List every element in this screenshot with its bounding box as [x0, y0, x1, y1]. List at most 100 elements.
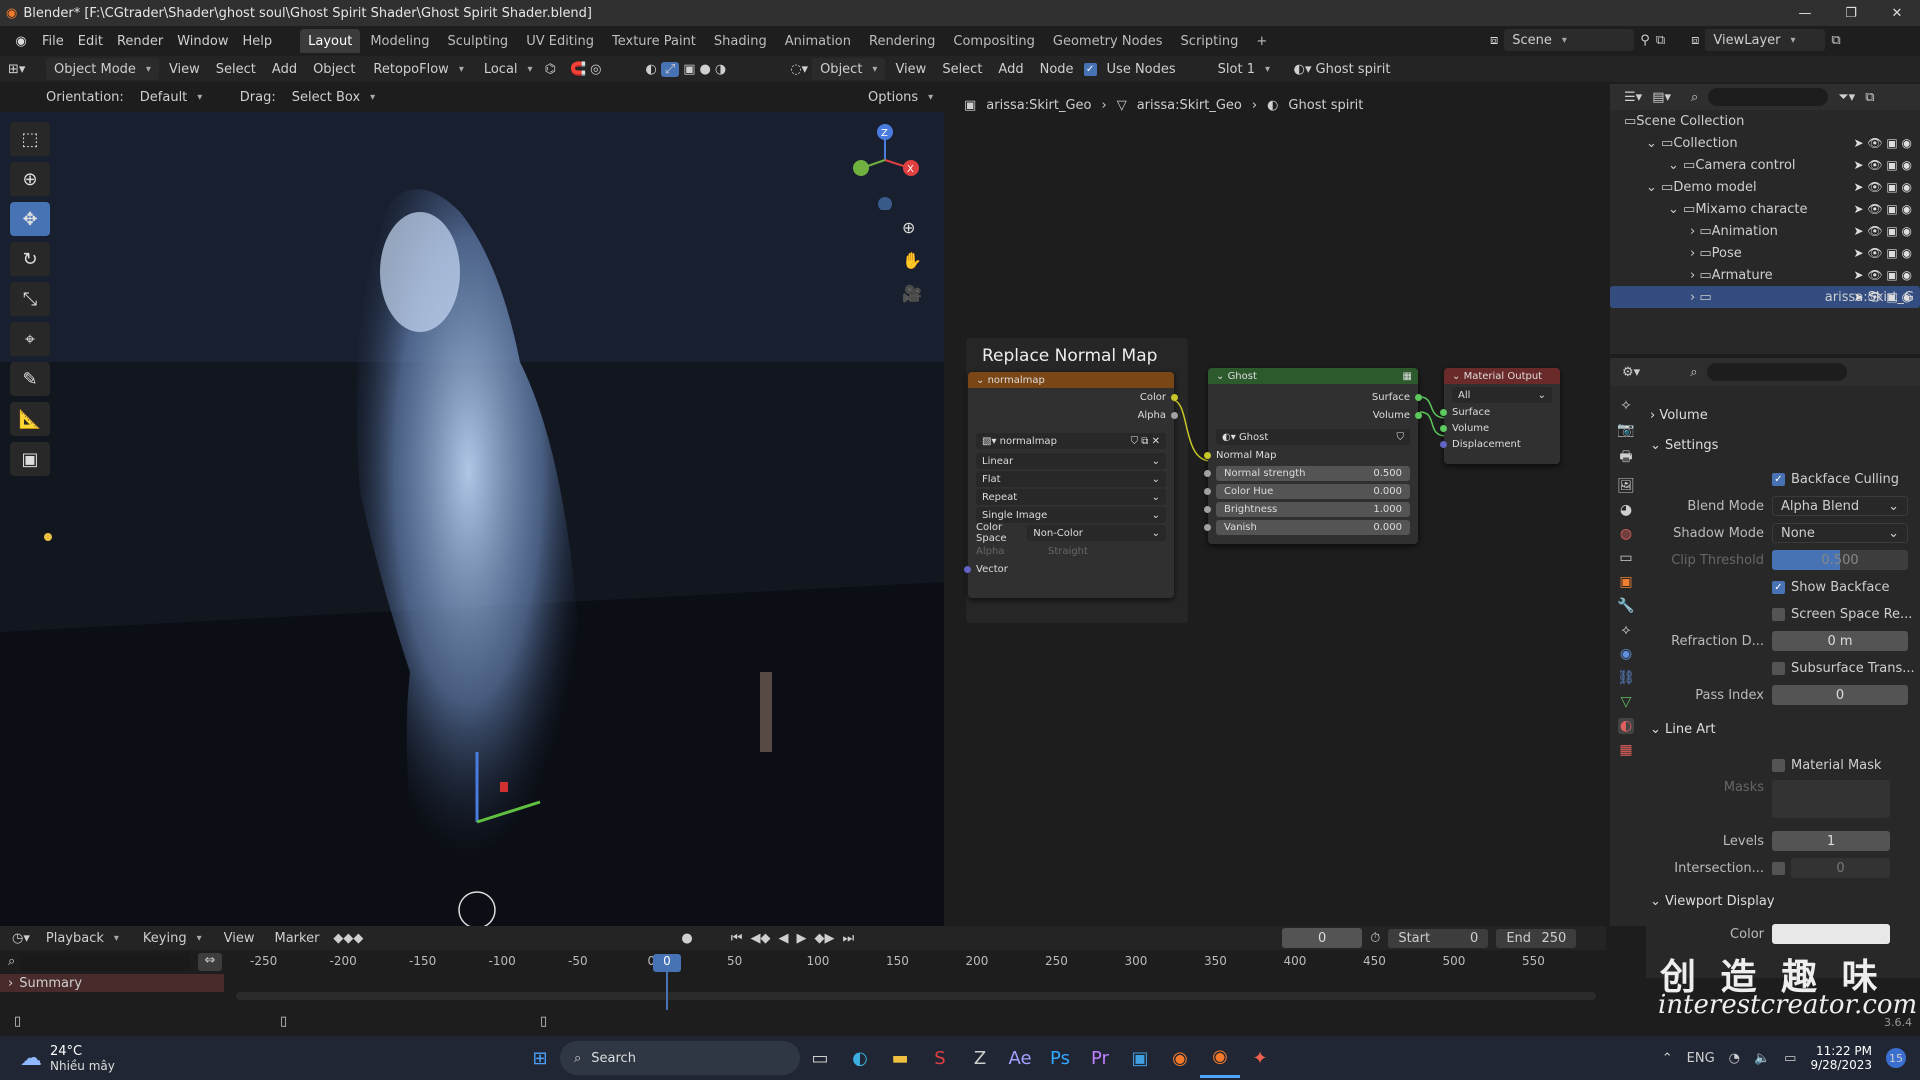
drag-dropdown[interactable]: Select Box	[284, 86, 383, 108]
visibility-toggles[interactable]: ➤ 👁 ▣ ◉	[1853, 224, 1912, 238]
color-hue-field[interactable]: Color Hue 0.000	[1216, 483, 1410, 499]
output-color-socket[interactable]	[1171, 393, 1178, 401]
visibility-toggles[interactable]: ➤ 👁 ▣ ◉	[1853, 202, 1912, 216]
blender-menu-icon[interactable]: ◉	[8, 34, 34, 49]
viewlayer-icon[interactable]: ⧈	[1691, 33, 1699, 48]
transform-tool-icon[interactable]: ⌖	[10, 322, 50, 356]
viewlayer-selector[interactable]: ViewLayer	[1705, 29, 1826, 51]
outliner-row[interactable]: ⌄ ▭ Demo model ➤ 👁 ▣ ◉	[1610, 176, 1920, 198]
playhead[interactable]: 0	[653, 954, 681, 972]
particles-tab-icon[interactable]: ⟡	[1621, 622, 1630, 638]
filter-icon[interactable]: ⏷▾	[1838, 90, 1855, 105]
use-nodes-checkbox[interactable]: ✓	[1083, 62, 1097, 76]
taskbar-search[interactable]: ⌕ Search	[560, 1041, 800, 1075]
tab-shading[interactable]: Shading	[706, 29, 775, 53]
pin-icon[interactable]: ⚲	[1640, 33, 1650, 48]
select-box-tool-icon[interactable]: ⬚	[10, 122, 50, 156]
texture-tab-icon[interactable]: ▦	[1619, 742, 1632, 758]
shadow-mode-dropdown[interactable]: None ⌄	[1772, 523, 1908, 543]
outliner-row[interactable]: ⌄ ▭ Camera control ➤ 👁 ▣ ◉	[1610, 154, 1920, 176]
keyframe-icons[interactable]: ◆◆◆	[333, 931, 363, 946]
record-button[interactable]: ●	[681, 931, 692, 946]
outliner-row[interactable]: › ▭ arissa:Skirt_G ➤ 👁 ▣ ◉	[1610, 286, 1920, 308]
collapse-icon[interactable]: ⌄	[1452, 371, 1464, 382]
clip-threshold-slider[interactable]: 0.500	[1772, 550, 1908, 570]
maximize-button[interactable]: ❐	[1828, 0, 1874, 26]
viewport-color-swatch[interactable]	[1772, 924, 1890, 944]
keying-dropdown[interactable]: Keying	[135, 927, 210, 949]
show-backface-checkbox[interactable]: ✓	[1772, 580, 1785, 594]
timeline-scrollbar[interactable]	[236, 992, 1596, 1000]
material-name[interactable]: Ghost spirit	[1316, 62, 1391, 77]
normal-map-input-socket[interactable]	[1204, 451, 1211, 459]
extension-dropdown[interactable]: Repeat ⌄	[976, 489, 1166, 505]
after-effects-icon[interactable]: Ae	[1000, 1038, 1040, 1078]
color-space-dropdown[interactable]: Non-Color ⌄	[1027, 525, 1166, 541]
jump-start-icon[interactable]: ⏮	[731, 931, 743, 946]
menu-add[interactable]: Add	[266, 58, 303, 80]
image-texture-node[interactable]: ⌄ normalmap Color Alpha ▧▾ normalmap ⛉ ⧉ …	[964, 372, 1178, 598]
add-cube-tool-icon[interactable]: ▣	[10, 442, 50, 476]
outliner-editor-icon[interactable]: ☰▾	[1624, 90, 1642, 105]
displacement-input-socket[interactable]	[1440, 440, 1447, 448]
material-output-node[interactable]: ⌄ Material Output All ⌄ Surface Volume Di…	[1440, 368, 1560, 464]
node-menu-select[interactable]: Select	[936, 58, 988, 80]
tab-compositing[interactable]: Compositing	[945, 29, 1043, 53]
view-layer-tab-icon[interactable]: 🖼	[1617, 478, 1635, 494]
add-workspace-icon[interactable]: +	[1248, 29, 1275, 53]
pan-hand-icon[interactable]: ✋	[902, 251, 922, 270]
next-keyframe-icon[interactable]: ◆▶	[814, 931, 834, 946]
shader-node-editor[interactable]: ▣ arissa:Skirt_Geo › ▽ arissa:Skirt_Geo …	[946, 96, 1606, 926]
current-frame-field[interactable]: 0	[1282, 928, 1363, 948]
battery-icon[interactable]: ▭	[1784, 1051, 1796, 1066]
output-volume-socket[interactable]	[1415, 411, 1422, 419]
app-s-icon[interactable]: S	[920, 1038, 960, 1078]
material-icon[interactable]: ◐▾	[1294, 62, 1312, 77]
pass-index-field[interactable]: 0	[1772, 685, 1908, 705]
marker-menu[interactable]: Marker	[268, 927, 325, 949]
output-surface-socket[interactable]	[1415, 393, 1422, 401]
clock[interactable]: 11:22 PM 9/28/2023	[1810, 1044, 1872, 1072]
visibility-toggles[interactable]: ➤ 👁 ▣ ◉	[1853, 268, 1912, 282]
node-menu-add[interactable]: Add	[992, 58, 1029, 80]
outliner-row[interactable]: › ▭ Armature ➤ 👁 ▣ ◉	[1610, 264, 1920, 286]
blender-active-icon[interactable]: ◉	[1200, 1038, 1240, 1078]
masks-grid[interactable]	[1772, 780, 1890, 818]
explorer-icon[interactable]: ▬	[880, 1038, 920, 1078]
properties-editor-icon[interactable]: ⚙▾	[1622, 365, 1640, 380]
camera-view-icon[interactable]: 🎥	[902, 284, 922, 303]
menu-help[interactable]: Help	[237, 30, 279, 52]
snap-icon[interactable]: 🧲	[570, 62, 586, 77]
app-z-icon[interactable]: Z	[960, 1038, 1000, 1078]
volume-panel-header[interactable]: › Volume	[1650, 408, 1708, 423]
node-group-icon[interactable]: ▦	[1403, 371, 1412, 382]
object-mode-dropdown[interactable]: Object Mode	[46, 58, 159, 80]
timeline-search-icon[interactable]: ⌕	[8, 954, 15, 969]
pivot-icon[interactable]: ⌬	[545, 62, 556, 77]
slot-dropdown[interactable]: Slot 1	[1210, 58, 1290, 80]
outliner-row[interactable]: ⌄ ▭ Collection ➤ 👁 ▣ ◉	[1610, 132, 1920, 154]
tab-geometry-nodes[interactable]: Geometry Nodes	[1045, 29, 1171, 53]
zoom-icon[interactable]: ⊕	[902, 218, 922, 237]
play-reverse-icon[interactable]: ◀	[778, 931, 788, 946]
modifier-tab-icon[interactable]: 🔧	[1617, 598, 1634, 614]
menu-file[interactable]: File	[36, 30, 70, 52]
tool-tab-icon[interactable]: ✧	[1620, 398, 1632, 414]
constraints-tab-icon[interactable]: ⛓	[1617, 670, 1635, 686]
timeline-view-menu[interactable]: View	[218, 927, 261, 949]
xray-icon[interactable]: ▣	[683, 62, 695, 77]
viewport-display-panel-header[interactable]: ⌄ Viewport Display	[1650, 894, 1775, 909]
edge-icon[interactable]: ◐	[840, 1038, 880, 1078]
world-tab-icon[interactable]: ◍	[1620, 526, 1632, 542]
blend-mode-dropdown[interactable]: Alpha Blend ⌄	[1772, 496, 1908, 516]
gizmo-icon[interactable]: ⤢	[660, 61, 680, 77]
jump-end-icon[interactable]: ⏭	[842, 931, 854, 946]
levels-field[interactable]: 1	[1772, 831, 1890, 851]
object-shader-dropdown[interactable]: Object	[812, 58, 886, 80]
end-frame-field[interactable]: End 250	[1496, 928, 1577, 948]
start-icon[interactable]: ⊞	[520, 1038, 560, 1078]
language-indicator[interactable]: ENG	[1687, 1051, 1715, 1066]
outliner[interactable]: ☰▾ ▤▾ ⌕ ⏷▾ ⧉ ▭ Scene Collection ⌄ ▭ Colle…	[1610, 84, 1920, 354]
outliner-row[interactable]: ⌄ ▭ Mixamo characte ➤ 👁 ▣ ◉	[1610, 198, 1920, 220]
properties-search-input[interactable]	[1707, 363, 1848, 381]
